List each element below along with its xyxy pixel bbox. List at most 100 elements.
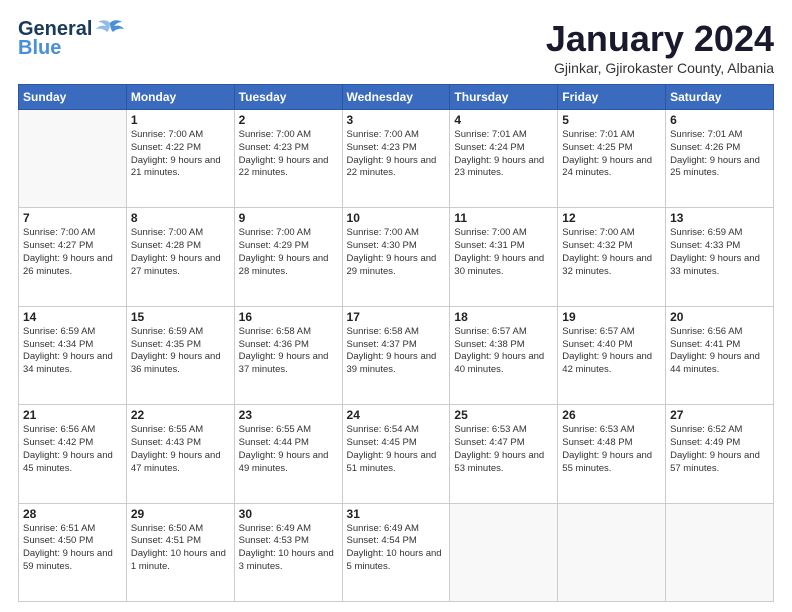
daylight-text: Daylight: 9 hours and 25 minutes.	[670, 155, 769, 181]
day-number: 29	[131, 507, 230, 521]
sunset-text: Sunset: 4:29 PM	[239, 240, 338, 253]
day-info: Sunrise: 6:55 AM Sunset: 4:43 PM Dayligh…	[131, 424, 230, 475]
day-info: Sunrise: 7:00 AM Sunset: 4:31 PM Dayligh…	[454, 227, 553, 278]
table-row: 30 Sunrise: 6:49 AM Sunset: 4:53 PM Dayl…	[234, 503, 342, 601]
table-row: 28 Sunrise: 6:51 AM Sunset: 4:50 PM Dayl…	[19, 503, 127, 601]
table-row: 23 Sunrise: 6:55 AM Sunset: 4:44 PM Dayl…	[234, 405, 342, 503]
sunrise-text: Sunrise: 6:59 AM	[131, 326, 230, 339]
day-number: 13	[670, 211, 769, 225]
sunrise-text: Sunrise: 6:55 AM	[131, 424, 230, 437]
sunset-text: Sunset: 4:49 PM	[670, 437, 769, 450]
location: Gjinkar, Gjirokaster County, Albania	[546, 60, 774, 76]
day-info: Sunrise: 7:01 AM Sunset: 4:25 PM Dayligh…	[562, 129, 661, 180]
day-number: 14	[23, 310, 122, 324]
col-sunday: Sunday	[19, 85, 127, 110]
table-row: 14 Sunrise: 6:59 AM Sunset: 4:34 PM Dayl…	[19, 306, 127, 404]
sunset-text: Sunset: 4:28 PM	[131, 240, 230, 253]
calendar-week-row: 1 Sunrise: 7:00 AM Sunset: 4:22 PM Dayli…	[19, 110, 774, 208]
sunrise-text: Sunrise: 7:01 AM	[454, 129, 553, 142]
sunset-text: Sunset: 4:23 PM	[239, 142, 338, 155]
sunset-text: Sunset: 4:34 PM	[23, 339, 122, 352]
day-number: 8	[131, 211, 230, 225]
table-row: 29 Sunrise: 6:50 AM Sunset: 4:51 PM Dayl…	[126, 503, 234, 601]
day-info: Sunrise: 6:50 AM Sunset: 4:51 PM Dayligh…	[131, 523, 230, 574]
sunset-text: Sunset: 4:33 PM	[670, 240, 769, 253]
daylight-text: Daylight: 9 hours and 24 minutes.	[562, 155, 661, 181]
day-info: Sunrise: 7:01 AM Sunset: 4:26 PM Dayligh…	[670, 129, 769, 180]
table-row: 11 Sunrise: 7:00 AM Sunset: 4:31 PM Dayl…	[450, 208, 558, 306]
daylight-text: Daylight: 9 hours and 39 minutes.	[347, 351, 446, 377]
sunrise-text: Sunrise: 7:00 AM	[23, 227, 122, 240]
day-info: Sunrise: 7:00 AM Sunset: 4:27 PM Dayligh…	[23, 227, 122, 278]
table-row	[558, 503, 666, 601]
day-number: 16	[239, 310, 338, 324]
sunset-text: Sunset: 4:54 PM	[347, 535, 446, 548]
sunset-text: Sunset: 4:44 PM	[239, 437, 338, 450]
table-row: 8 Sunrise: 7:00 AM Sunset: 4:28 PM Dayli…	[126, 208, 234, 306]
day-info: Sunrise: 6:58 AM Sunset: 4:37 PM Dayligh…	[347, 326, 446, 377]
day-number: 7	[23, 211, 122, 225]
day-info: Sunrise: 6:51 AM Sunset: 4:50 PM Dayligh…	[23, 523, 122, 574]
day-number: 4	[454, 113, 553, 127]
table-row: 10 Sunrise: 7:00 AM Sunset: 4:30 PM Dayl…	[342, 208, 450, 306]
sunrise-text: Sunrise: 6:56 AM	[23, 424, 122, 437]
daylight-text: Daylight: 9 hours and 55 minutes.	[562, 450, 661, 476]
day-number: 2	[239, 113, 338, 127]
sunset-text: Sunset: 4:24 PM	[454, 142, 553, 155]
sunrise-text: Sunrise: 7:00 AM	[347, 129, 446, 142]
table-row: 7 Sunrise: 7:00 AM Sunset: 4:27 PM Dayli…	[19, 208, 127, 306]
day-info: Sunrise: 7:00 AM Sunset: 4:29 PM Dayligh…	[239, 227, 338, 278]
sunset-text: Sunset: 4:27 PM	[23, 240, 122, 253]
daylight-text: Daylight: 9 hours and 42 minutes.	[562, 351, 661, 377]
sunrise-text: Sunrise: 6:56 AM	[670, 326, 769, 339]
daylight-text: Daylight: 9 hours and 28 minutes.	[239, 253, 338, 279]
sunset-text: Sunset: 4:50 PM	[23, 535, 122, 548]
day-info: Sunrise: 6:57 AM Sunset: 4:40 PM Dayligh…	[562, 326, 661, 377]
sunrise-text: Sunrise: 6:59 AM	[670, 227, 769, 240]
day-number: 20	[670, 310, 769, 324]
day-number: 17	[347, 310, 446, 324]
day-info: Sunrise: 6:56 AM Sunset: 4:42 PM Dayligh…	[23, 424, 122, 475]
daylight-text: Daylight: 9 hours and 59 minutes.	[23, 548, 122, 574]
sunset-text: Sunset: 4:37 PM	[347, 339, 446, 352]
daylight-text: Daylight: 9 hours and 40 minutes.	[454, 351, 553, 377]
logo-blue: Blue	[18, 37, 61, 60]
daylight-text: Daylight: 9 hours and 22 minutes.	[347, 155, 446, 181]
day-info: Sunrise: 6:59 AM Sunset: 4:35 PM Dayligh…	[131, 326, 230, 377]
daylight-text: Daylight: 9 hours and 49 minutes.	[239, 450, 338, 476]
header: General Blue January 2024 Gjinkar, Gjiro…	[18, 18, 774, 76]
table-row: 6 Sunrise: 7:01 AM Sunset: 4:26 PM Dayli…	[666, 110, 774, 208]
col-friday: Friday	[558, 85, 666, 110]
sunset-text: Sunset: 4:35 PM	[131, 339, 230, 352]
day-info: Sunrise: 6:58 AM Sunset: 4:36 PM Dayligh…	[239, 326, 338, 377]
table-row: 17 Sunrise: 6:58 AM Sunset: 4:37 PM Dayl…	[342, 306, 450, 404]
calendar-week-row: 21 Sunrise: 6:56 AM Sunset: 4:42 PM Dayl…	[19, 405, 774, 503]
day-info: Sunrise: 6:49 AM Sunset: 4:54 PM Dayligh…	[347, 523, 446, 574]
sunrise-text: Sunrise: 6:52 AM	[670, 424, 769, 437]
day-info: Sunrise: 7:01 AM Sunset: 4:24 PM Dayligh…	[454, 129, 553, 180]
daylight-text: Daylight: 9 hours and 47 minutes.	[131, 450, 230, 476]
page: General Blue January 2024 Gjinkar, Gjiro…	[0, 0, 792, 612]
sunrise-text: Sunrise: 7:00 AM	[562, 227, 661, 240]
month-title: January 2024	[546, 18, 774, 60]
sunrise-text: Sunrise: 6:54 AM	[347, 424, 446, 437]
day-number: 26	[562, 408, 661, 422]
calendar-week-row: 14 Sunrise: 6:59 AM Sunset: 4:34 PM Dayl…	[19, 306, 774, 404]
title-section: January 2024 Gjinkar, Gjirokaster County…	[546, 18, 774, 76]
sunset-text: Sunset: 4:53 PM	[239, 535, 338, 548]
sunset-text: Sunset: 4:31 PM	[454, 240, 553, 253]
day-number: 19	[562, 310, 661, 324]
table-row	[19, 110, 127, 208]
day-number: 22	[131, 408, 230, 422]
sunset-text: Sunset: 4:36 PM	[239, 339, 338, 352]
day-number: 1	[131, 113, 230, 127]
sunrise-text: Sunrise: 6:58 AM	[239, 326, 338, 339]
table-row: 22 Sunrise: 6:55 AM Sunset: 4:43 PM Dayl…	[126, 405, 234, 503]
day-number: 11	[454, 211, 553, 225]
day-info: Sunrise: 7:00 AM Sunset: 4:23 PM Dayligh…	[239, 129, 338, 180]
sunrise-text: Sunrise: 6:58 AM	[347, 326, 446, 339]
table-row: 26 Sunrise: 6:53 AM Sunset: 4:48 PM Dayl…	[558, 405, 666, 503]
sunrise-text: Sunrise: 6:49 AM	[239, 523, 338, 536]
table-row: 27 Sunrise: 6:52 AM Sunset: 4:49 PM Dayl…	[666, 405, 774, 503]
daylight-text: Daylight: 10 hours and 3 minutes.	[239, 548, 338, 574]
